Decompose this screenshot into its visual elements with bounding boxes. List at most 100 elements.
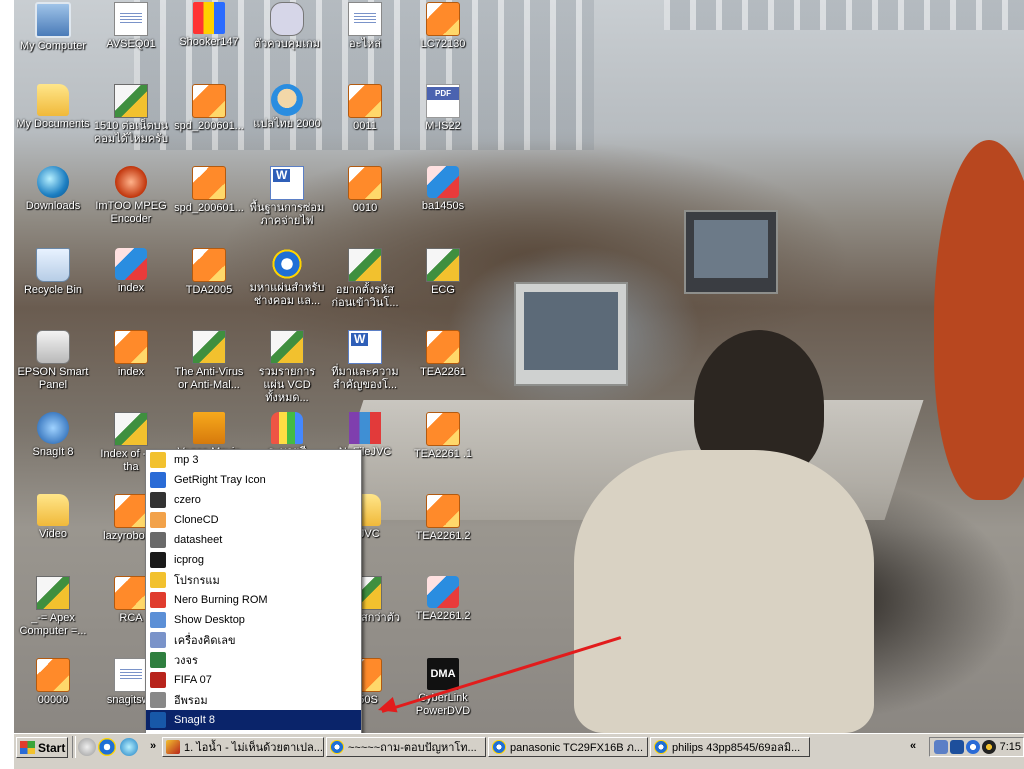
desktop-icon-label: พื้นฐานการซ่อมภาคจ่ายไฟ <box>249 202 325 227</box>
desktop-icon[interactable]: My Documents <box>14 82 92 131</box>
desktop-icon-label: EPSON Smart Panel <box>17 366 89 391</box>
desktop-icon[interactable]: Downloads <box>14 164 92 213</box>
pdf-icon <box>426 84 460 118</box>
desktop-icon[interactable]: TEA2261 .1 <box>404 410 482 461</box>
menu-item[interactable]: Show Desktop <box>146 610 361 630</box>
desktop-icon[interactable]: 00000 <box>14 656 92 707</box>
menu-item[interactable]: เครื่องคิดเลข <box>146 630 361 650</box>
menu-item-label: CloneCD <box>174 514 219 526</box>
desktop-icon[interactable]: อยากตั้งรหัสก่อนเข้าวินโ... <box>326 246 404 310</box>
internet-explorer-icon <box>271 248 303 280</box>
desktop-icon[interactable]: The Anti-Virus or Anti-Mal... <box>170 328 248 392</box>
desktop-icon[interactable]: ECG <box>404 246 482 297</box>
desktop-icon[interactable]: TEA2261.2 <box>404 492 482 543</box>
calculator-icon <box>150 632 166 648</box>
internet-explorer-quicklaunch-icon[interactable] <box>98 738 116 756</box>
desktop-icon[interactable]: อะไหล่ <box>326 0 404 51</box>
media-file-icon <box>426 494 460 528</box>
start-menu-popup[interactable]: mp 3 GetRight Tray Icon czero CloneCD datash… <box>145 449 362 734</box>
desktop-icon[interactable]: index <box>92 328 170 379</box>
internet-explorer-icon <box>330 740 344 754</box>
chip-icon <box>150 552 166 568</box>
menu-item[interactable]: SnagIt 8 <box>146 710 361 730</box>
desktop-icon-label: 1510 ต่อเน็ตบนคอมได้ไหมครับ <box>93 120 169 145</box>
desktop-icon-label: TEA2261.2 <box>415 610 471 622</box>
desktop-icon-label: ECG <box>431 284 455 296</box>
network-tray-icon[interactable] <box>934 740 948 754</box>
messenger-quicklaunch-icon[interactable] <box>78 738 96 756</box>
desktop-icon-label: SnagIt 8 <box>32 446 74 458</box>
menu-item[interactable]: czero <box>146 490 361 510</box>
media-file-icon <box>114 494 148 528</box>
menu-item[interactable]: Nero Burning ROM <box>146 590 361 610</box>
desktop-icon[interactable]: ตัวควบคุมเกม <box>248 0 326 51</box>
menu-item[interactable]: วงจร <box>146 650 361 670</box>
taskbar-window-button[interactable]: philips 43pp8545/69อลมิ... <box>650 737 810 757</box>
menu-item[interactable]: icprog <box>146 550 361 570</box>
desktop-icon[interactable]: TEA2261.2 <box>404 574 482 623</box>
desktop-icon[interactable]: ba1450s <box>404 164 482 213</box>
desktop-icon[interactable]: Shooker147 <box>170 0 248 49</box>
desktop-icon[interactable]: แปลไทย 2000 <box>248 82 326 131</box>
desktop-icon[interactable]: M-IS22 <box>404 82 482 133</box>
desktop-icon-label: index <box>117 282 145 294</box>
desktop-icon[interactable]: มหาแผ่นสำหรับช่างคอม แล... <box>248 246 326 308</box>
taskbar-window-label: ~~~~~ถาม-ตอบปัญหาโท... <box>348 742 477 754</box>
desktop-icon[interactable]: TDA2005 <box>170 246 248 297</box>
shooker-icon <box>193 2 225 34</box>
desktop-icon[interactable]: My Computer <box>14 0 92 53</box>
menu-item[interactable]: อีพรอม <box>146 690 361 710</box>
quicklaunch-chevron-icon[interactable]: » <box>150 740 156 752</box>
tray-chevron-icon[interactable]: « <box>910 740 916 752</box>
taskbar-separator <box>72 736 76 758</box>
desktop-icon[interactable]: TEA2261 <box>404 328 482 379</box>
menu-item[interactable]: CloneCD <box>146 510 361 530</box>
taskbar-clock[interactable]: 7:15 <box>1000 741 1021 753</box>
desktop-icon[interactable]: ImTOO MPEG Encoder <box>92 164 170 226</box>
menu-item-label: GetRight Tray Icon <box>174 474 266 486</box>
desktop-icon[interactable]: 0010 <box>326 164 404 215</box>
desktop-icon[interactable]: ที่มาและความสำคัญของโ... <box>326 328 404 392</box>
desktop-icon-label: ImTOO MPEG Encoder <box>95 200 167 225</box>
menu-item[interactable]: โปรกรแม <box>146 570 361 590</box>
desktop-icon[interactable]: Recycle Bin <box>14 246 92 297</box>
media-tray-icon[interactable] <box>982 740 996 754</box>
menu-item[interactable]: mp 3 <box>146 450 361 470</box>
media-file-icon <box>348 84 382 118</box>
taskbar-window-button[interactable]: 1. ไอน้ำ - ไม่เห็นด้วยตาเปล... <box>162 737 324 757</box>
desktop-icon[interactable]: Video <box>14 492 92 541</box>
desktop-icon-label: 0010 <box>352 202 378 214</box>
desktop-icon[interactable]: EPSON Smart Panel <box>14 328 92 392</box>
taskbar-window-button[interactable]: ~~~~~ถาม-ตอบปัญหาโท... <box>326 737 486 757</box>
desktop-icon[interactable]: _-= Apex Computer =... <box>14 574 92 638</box>
desktop-icon[interactable]: DMA CyberLink PowerDVD <box>404 656 482 718</box>
star-icon <box>150 452 166 468</box>
desktop-icon-label: LC72130 <box>420 38 466 50</box>
network-quicklaunch-icon[interactable] <box>120 738 138 756</box>
desktop-icon[interactable]: 1510 ต่อเน็ตบนคอมได้ไหมครับ <box>92 82 170 146</box>
desktop-icon[interactable]: LC72130 <box>404 0 482 51</box>
menu-item-label: Nero Burning ROM <box>174 594 268 606</box>
start-button[interactable]: Start <box>16 737 68 758</box>
menu-item-label: เครื่องคิดเลข <box>174 635 236 647</box>
taskbar-window-button[interactable]: panasonic TC29FX16B ภ... <box>488 737 648 757</box>
desktop-icon-label: Recycle Bin <box>23 284 83 296</box>
globe-icon <box>37 166 69 198</box>
desktop-icon-label: spd_200601... <box>174 202 244 214</box>
menu-item[interactable]: GetRight Tray Icon <box>146 470 361 490</box>
powerdvd-icon: DMA <box>427 658 459 690</box>
desktop-icon[interactable]: รวมรายการแผ่น VCD ทั้งหมด... <box>248 328 326 405</box>
menu-item[interactable]: datasheet <box>146 530 361 550</box>
info-tray-icon[interactable] <box>966 740 980 754</box>
desktop-icon[interactable]: spd_200601... <box>170 82 248 133</box>
desktop-icon[interactable]: พื้นฐานการซ่อมภาคจ่ายไฟ <box>248 164 326 228</box>
display-tray-icon[interactable] <box>950 740 964 754</box>
datasheet-icon <box>150 532 166 548</box>
desktop-icon[interactable]: spd_200601... <box>170 164 248 215</box>
menu-item[interactable]: FIFA 07 <box>146 670 361 690</box>
desktop-icon[interactable]: index <box>92 246 170 295</box>
desktop-icon[interactable]: SnagIt 8 <box>14 410 92 459</box>
desktop-icon[interactable]: AVSEQ01 <box>92 0 170 51</box>
media-file-icon <box>192 248 226 282</box>
desktop-icon[interactable]: 0011 <box>326 82 404 133</box>
